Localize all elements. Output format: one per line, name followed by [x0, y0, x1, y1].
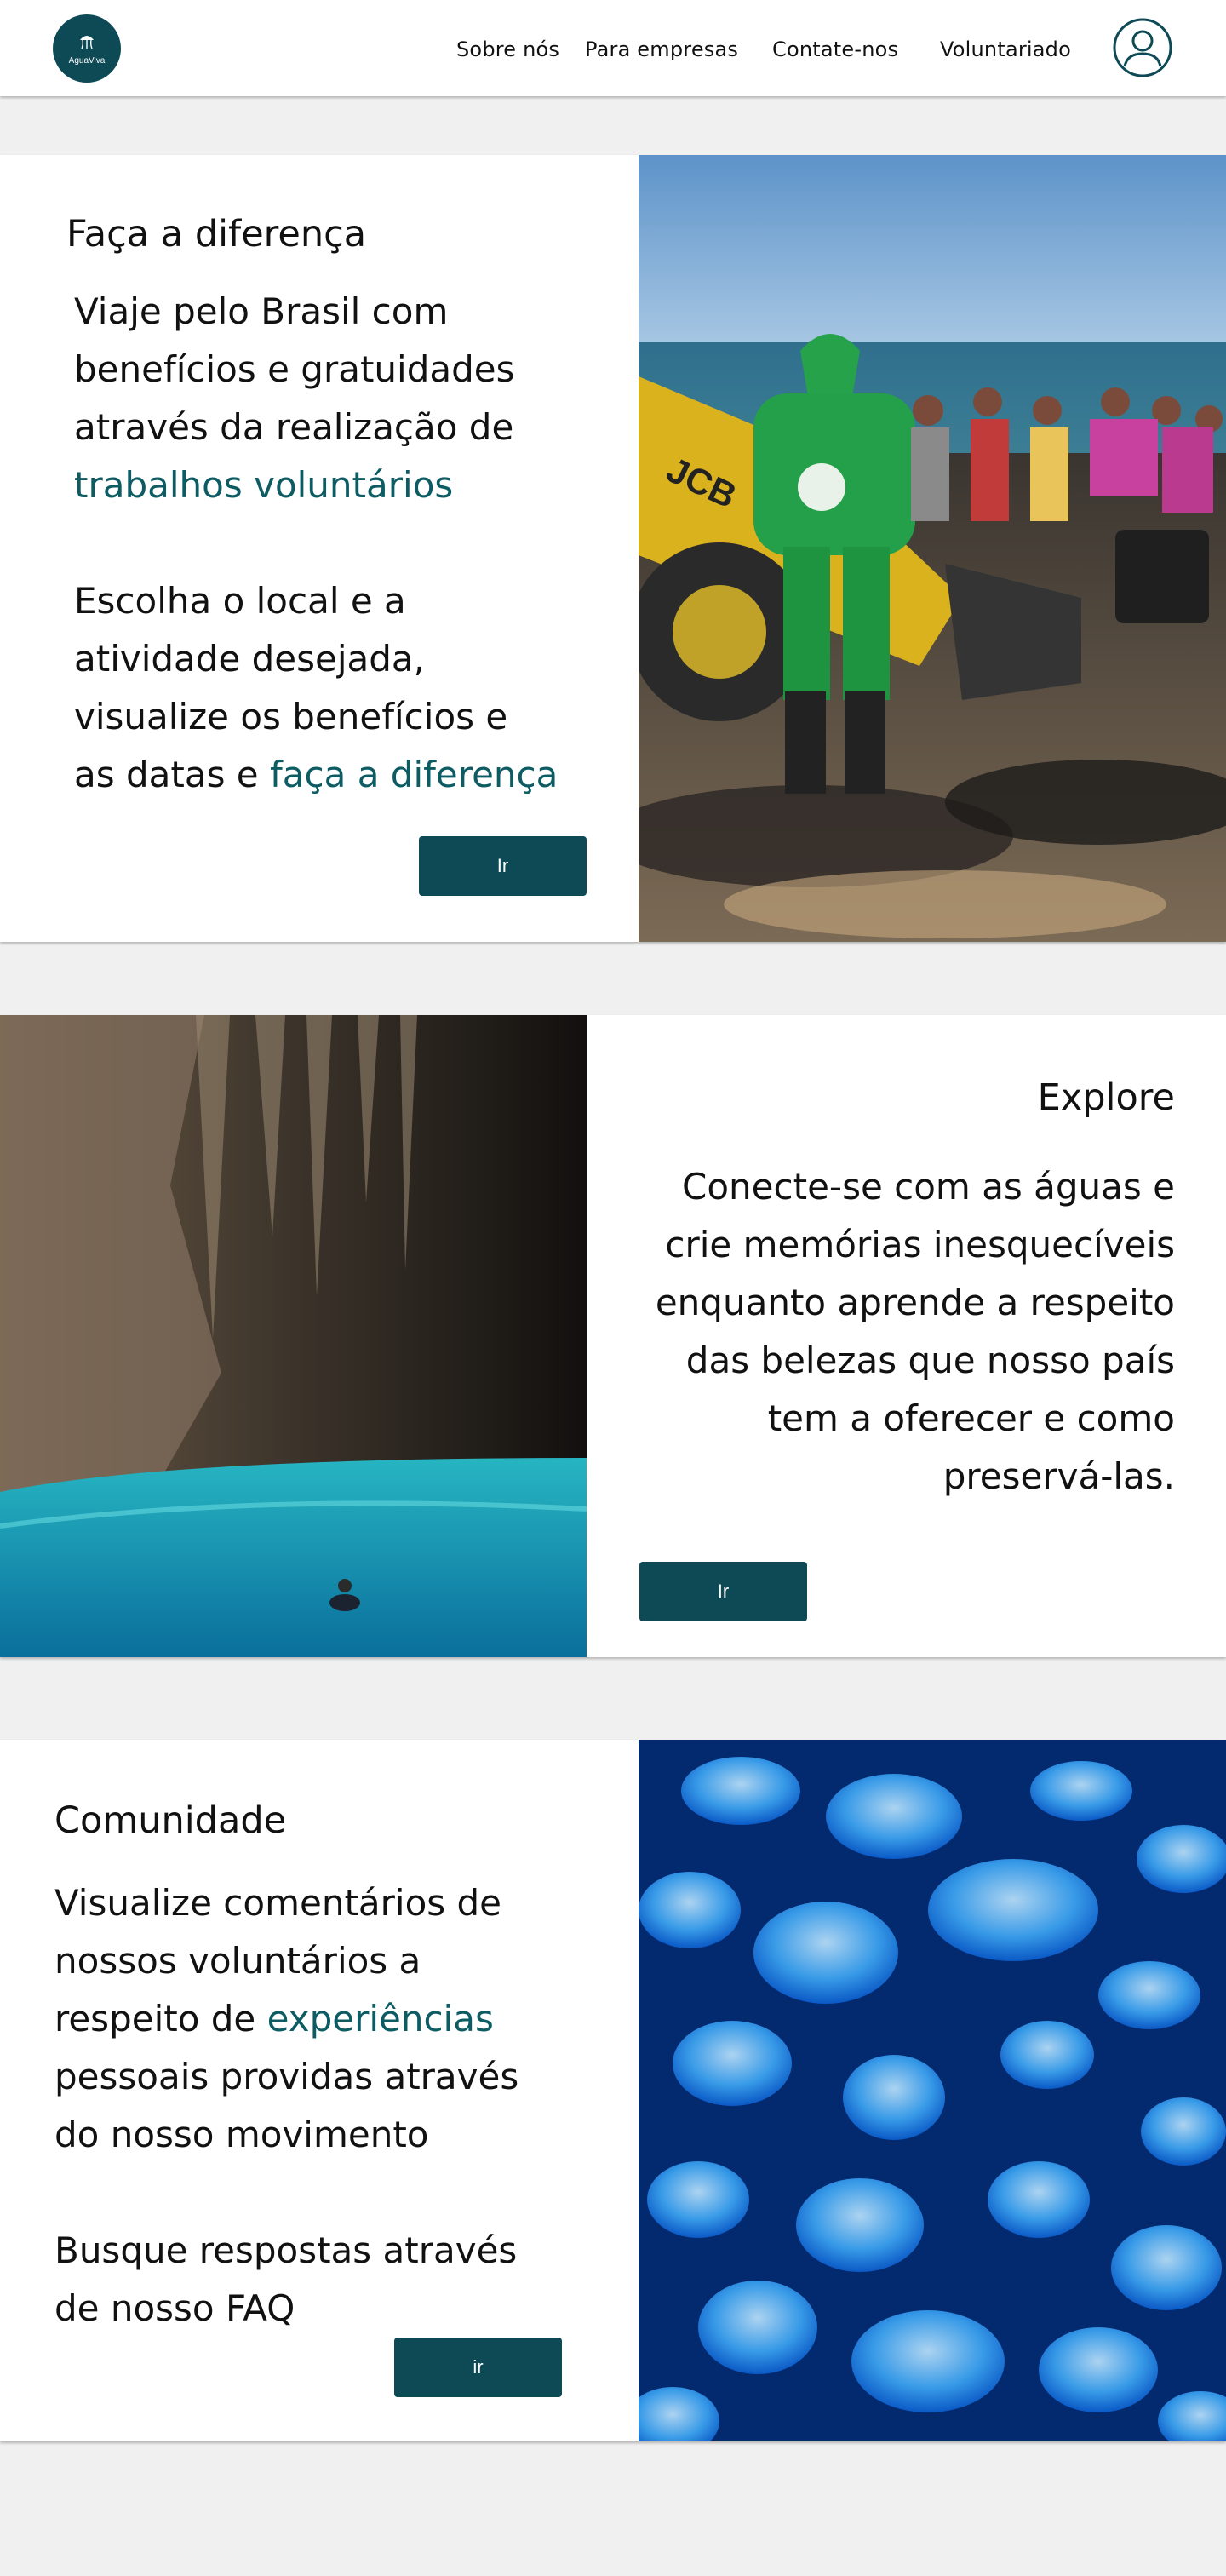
highlight-text: trabalhos voluntários: [74, 464, 454, 506]
section-title: Explore: [1037, 1076, 1175, 1119]
faq-description: Busque respostas através de nosso FAQ: [54, 2229, 518, 2329]
nav-link-sobre-nos[interactable]: Sobre nós: [456, 37, 559, 61]
beach-cleanup-photo: JCB: [639, 155, 1226, 942]
nav-link-contate-nos[interactable]: Contate-nos: [772, 37, 898, 61]
go-button-community[interactable]: ir: [394, 2338, 562, 2397]
section-description: Visualize comentários de nossos voluntár…: [54, 1882, 519, 2155]
go-button-volunteer[interactable]: Ir: [419, 836, 587, 896]
nav-link-para-empresas[interactable]: Para empresas: [585, 37, 738, 61]
community-section: Comunidade Visualize comentários de noss…: [0, 1740, 1226, 2441]
explore-section: Explore Conecte-se com as águas e crie m…: [0, 1015, 1226, 1657]
highlight-text: faça a diferença: [270, 754, 559, 795]
highlight-text: experiências: [266, 1998, 494, 2040]
nav-link-voluntariado[interactable]: Voluntariado: [940, 37, 1071, 61]
section-title: Comunidade: [54, 1799, 287, 1842]
section-description-2: Escolha o local e a atividade desejada, …: [74, 580, 559, 795]
go-button-explore[interactable]: Ir: [639, 1562, 807, 1621]
logo-text: AguaViva: [68, 56, 106, 66]
top-navbar: AguaViva Sobre nós Para empresas Contate…: [0, 0, 1226, 96]
logo[interactable]: AguaViva: [53, 14, 121, 83]
section-description: Conecte-se com as águas e crie memórias …: [655, 1166, 1175, 1497]
jellyfish-icon: [77, 32, 96, 55]
section-description: Viaje pelo Brasil com benefícios e gratu…: [74, 290, 515, 506]
section-title: Faça a diferença: [66, 213, 367, 255]
jellyfish-photo: [639, 1740, 1226, 2441]
volunteer-section: Faça a diferença Viaje pelo Brasil com b…: [0, 155, 1226, 942]
cave-lagoon-photo: [0, 1015, 587, 1657]
user-account-icon[interactable]: [1112, 17, 1173, 78]
